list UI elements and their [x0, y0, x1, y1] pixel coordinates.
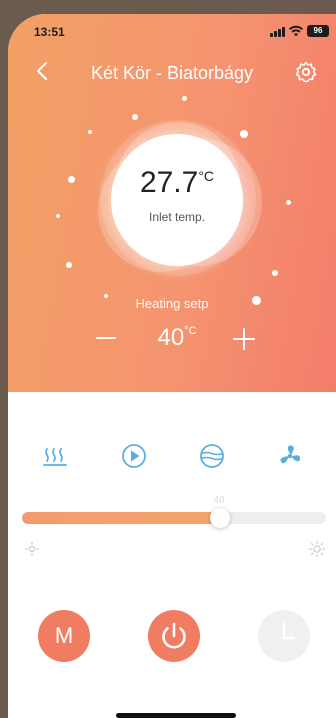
increase-setpoint-button[interactable] [230, 328, 258, 352]
decrease-setpoint-button[interactable] [92, 328, 120, 348]
signal-icon [270, 27, 286, 37]
decor-dot [68, 176, 75, 183]
battery-indicator: 96 [307, 25, 329, 37]
inlet-temperature-unit: °C [198, 168, 215, 184]
sun-low-icon [25, 542, 39, 556]
decor-dot [240, 130, 248, 138]
wifi-icon [289, 25, 303, 37]
setpoint-label: Heating setp [135, 296, 209, 311]
back-chevron-icon[interactable] [28, 56, 58, 86]
power-icon [162, 622, 186, 649]
setpoint-number: 40 [157, 324, 185, 351]
status-bar: 13:51 96 [8, 14, 336, 48]
slider-value: 40 [213, 495, 225, 506]
cool-icon[interactable] [198, 442, 226, 470]
sun-high-icon [309, 541, 325, 557]
inlet-temperature: 27.7°C [111, 166, 243, 200]
app-screen: 13:51 96 Két Kör - Biatorbágy 27.7°C Inl… [8, 14, 336, 718]
status-time: 13:51 [34, 25, 65, 39]
decor-dot [66, 262, 72, 268]
temperature-core [111, 134, 243, 266]
home-indicator [116, 713, 236, 718]
slider-fill [22, 512, 220, 524]
mode-button[interactable]: M [38, 610, 90, 662]
brightness-slider[interactable] [22, 508, 326, 528]
fan-icon[interactable] [276, 442, 304, 470]
timer-button[interactable] [258, 610, 310, 662]
decor-dot [132, 114, 138, 120]
decor-dot [286, 200, 291, 205]
heating-icon[interactable] [42, 442, 70, 470]
inlet-temperature-label: Inlet temp. [148, 210, 206, 224]
slider-thumb[interactable] [210, 508, 230, 528]
play-icon[interactable] [120, 442, 148, 470]
power-button[interactable] [148, 610, 200, 662]
decor-dot [88, 130, 92, 134]
page-title: Két Kör - Biatorbágy [90, 63, 254, 83]
inlet-temperature-value: 27.7 [139, 166, 199, 199]
decor-dot [56, 214, 60, 218]
clock-icon [282, 622, 296, 640]
gear-icon[interactable] [294, 60, 318, 84]
decor-dot [272, 270, 278, 276]
decor-dot [182, 96, 187, 101]
setpoint-value: 40°C [132, 324, 222, 352]
setpoint-unit: °C [184, 325, 197, 337]
